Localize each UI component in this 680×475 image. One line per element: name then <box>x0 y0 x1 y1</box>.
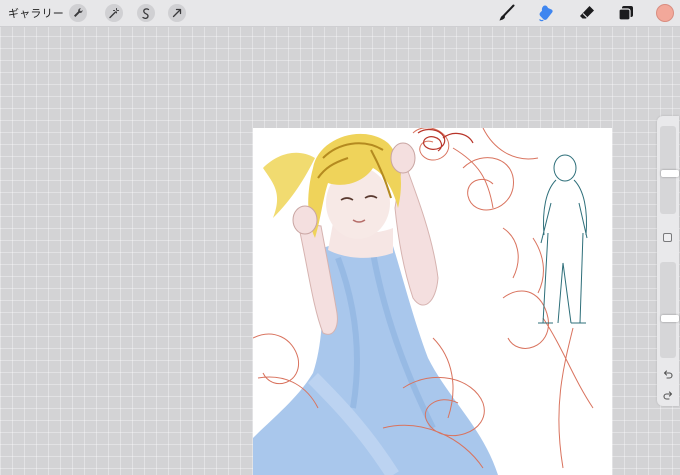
layers-icon[interactable] <box>616 3 636 23</box>
drawing-canvas[interactable] <box>253 128 612 475</box>
redo-icon[interactable] <box>662 387 674 400</box>
modify-button[interactable] <box>663 233 672 242</box>
opacity-slider[interactable] <box>660 262 679 358</box>
transform-arrow-icon[interactable] <box>168 4 186 22</box>
wrench-icon[interactable] <box>69 4 87 22</box>
top-toolbar: ギャラリー <box>0 0 680 27</box>
brush-size-thumb[interactable] <box>661 170 679 177</box>
sidebar-panel <box>657 116 679 406</box>
artwork-illustration <box>253 128 594 475</box>
selection-icon[interactable] <box>137 4 155 22</box>
smudge-icon[interactable] <box>536 3 556 23</box>
brush-icon[interactable] <box>497 3 517 23</box>
opacity-thumb[interactable] <box>661 315 679 322</box>
magic-wand-icon[interactable] <box>105 4 123 22</box>
gallery-button[interactable]: ギャラリー <box>8 5 64 21</box>
undo-icon[interactable] <box>662 366 674 379</box>
eraser-icon[interactable] <box>577 3 597 23</box>
color-swatch[interactable] <box>656 4 674 22</box>
brush-size-slider[interactable] <box>660 126 679 214</box>
